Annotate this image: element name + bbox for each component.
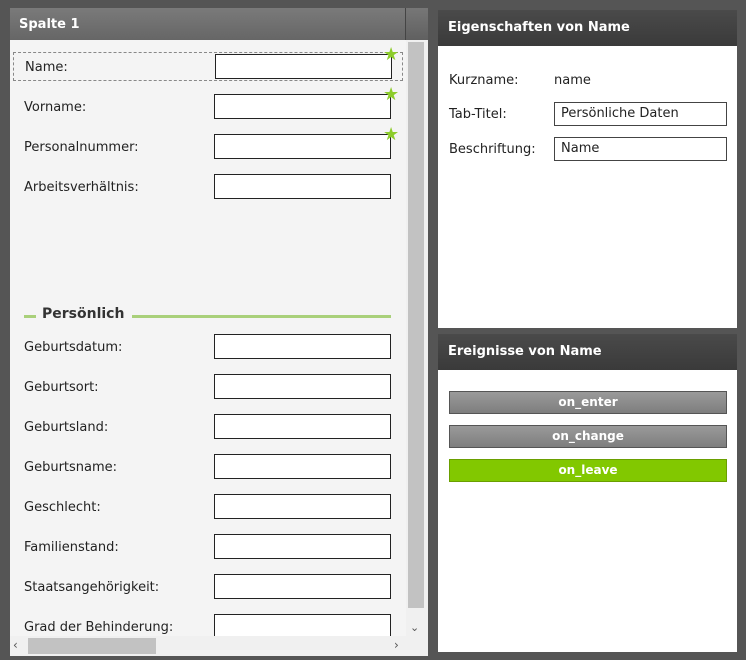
field-label-geburtsort: Geburtsort: [24,380,99,395]
field-row-arbeitsverhaeltnis[interactable]: Arbeitsverhältnis: [24,174,392,200]
prop-row-kurzname: Kurzname: name [449,68,727,92]
field-input-grad-der-behinderung[interactable] [214,614,391,636]
field-input-geburtsname[interactable] [214,454,391,479]
form-column-panel: Spalte 1 Name: ★ Vorname: ★ Personalnumm… [10,8,428,656]
field-label-geburtsdatum: Geburtsdatum: [24,340,123,355]
section-title: Persönlich [42,306,125,322]
horizontal-scroll-thumb[interactable] [28,638,156,654]
field-input-personalnummer[interactable] [214,134,391,159]
properties-title: Eigenschaften von Name [448,20,630,35]
field-row-geburtsdatum[interactable]: Geburtsdatum: [24,334,392,360]
field-label-staatsangehoerigkeit: Staatsangehörigkeit: [24,580,160,595]
field-label-geburtsland: Geburtsland: [24,420,109,435]
star-icon: ★ [383,124,400,145]
prop-input-beschriftung[interactable]: Name [554,137,727,161]
scroll-left-arrow-icon[interactable]: ‹ [13,638,18,652]
field-input-arbeitsverhaeltnis[interactable] [214,174,391,199]
scrollbar-corner [406,636,428,656]
column-title: Spalte 1 [19,17,80,32]
field-label-vorname: Vorname: [24,100,87,115]
field-row-name[interactable]: Name: [13,52,403,81]
events-title: Ereignisse von Name [448,344,602,359]
properties-panel: Eigenschaften von Name Kurzname: name Ta… [438,10,737,328]
star-icon: ★ [383,44,400,65]
events-header: Ereignisse von Name [438,334,737,370]
field-row-geschlecht[interactable]: Geschlecht: [24,494,392,520]
horizontal-scrollbar[interactable]: ‹ › [10,636,406,656]
section-line-right [132,315,391,318]
field-label-geburtsname: Geburtsname: [24,460,118,475]
field-input-geschlecht[interactable] [214,494,391,519]
field-label-personalnummer: Personalnummer: [24,140,139,155]
prop-label-beschriftung: Beschriftung: [449,142,536,157]
field-row-geburtsort[interactable]: Geburtsort: [24,374,392,400]
field-input-geburtsdatum[interactable] [214,334,391,359]
form-area: Name: ★ Vorname: ★ Personalnummer: ★ Arb… [10,40,406,636]
prop-label-kurzname: Kurzname: [449,73,519,88]
vertical-scroll-thumb[interactable] [408,42,424,608]
field-input-name[interactable] [215,54,392,79]
column-header-corner [406,8,428,40]
prop-row-tab-titel[interactable]: Tab-Titel: Persönliche Daten [449,102,727,126]
on-enter-button[interactable]: on_enter [449,391,727,414]
prop-label-tab-titel: Tab-Titel: [449,107,507,122]
field-label-arbeitsverhaeltnis: Arbeitsverhältnis: [24,180,139,195]
prop-row-beschriftung[interactable]: Beschriftung: Name [449,137,727,161]
star-icon: ★ [383,84,400,105]
field-label-geschlecht: Geschlecht: [24,500,101,515]
field-row-staatsangehoerigkeit[interactable]: Staatsangehörigkeit: [24,574,392,600]
events-panel: Ereignisse von Name on_enter on_change o… [438,334,737,652]
field-row-geburtsland[interactable]: Geburtsland: [24,414,392,440]
field-input-geburtsort[interactable] [214,374,391,399]
column-header[interactable]: Spalte 1 [10,8,406,40]
on-change-button[interactable]: on_change [449,425,727,448]
field-input-staatsangehoerigkeit[interactable] [214,574,391,599]
section-line-left [24,315,36,318]
field-label-name: Name: [25,60,68,75]
field-row-geburtsname[interactable]: Geburtsname: [24,454,392,480]
vertical-scrollbar[interactable]: ⌄ [406,40,428,636]
properties-header: Eigenschaften von Name [438,10,737,46]
prop-value-kurzname: name [554,73,591,88]
field-row-grad-der-behinderung[interactable]: Grad der Behinderung: [24,614,392,636]
field-row-personalnummer[interactable]: Personalnummer: [24,134,392,160]
field-input-geburtsland[interactable] [214,414,391,439]
field-label-familienstand: Familienstand: [24,540,119,555]
prop-input-tab-titel[interactable]: Persönliche Daten [554,102,727,126]
field-input-familienstand[interactable] [214,534,391,559]
field-label-grad-der-behinderung: Grad der Behinderung: [24,620,174,635]
field-row-familienstand[interactable]: Familienstand: [24,534,392,560]
on-leave-button[interactable]: on_leave [449,459,727,482]
scroll-right-arrow-icon[interactable]: › [394,638,399,652]
section-persoenlich: Persönlich [24,306,391,326]
field-row-vorname[interactable]: Vorname: [24,94,392,120]
scroll-down-arrow-icon[interactable]: ⌄ [410,621,419,634]
field-input-vorname[interactable] [214,94,391,119]
